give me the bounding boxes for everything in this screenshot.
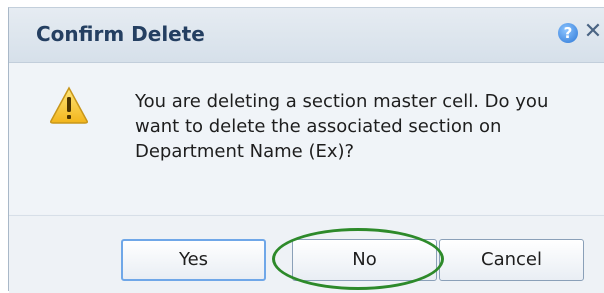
warning-icon (50, 86, 88, 124)
yes-button[interactable]: Yes (121, 239, 266, 281)
dialog-title: Confirm Delete (36, 22, 205, 46)
close-icon[interactable]: ✕ (583, 20, 603, 44)
dialog-message: You are deleting a section master cell. … (135, 91, 549, 162)
dialog-footer: Yes No Cancel (9, 215, 604, 293)
cancel-button[interactable]: Cancel (439, 239, 584, 281)
help-icon[interactable]: ? (558, 23, 578, 43)
dialog-titlebar: Confirm Delete ? ✕ (9, 8, 604, 63)
dialog-body: You are deleting a section master cell. … (9, 63, 604, 214)
no-button[interactable]: No (292, 239, 437, 281)
confirm-delete-dialog: Confirm Delete ? ✕ You are deleting a se… (8, 7, 604, 293)
